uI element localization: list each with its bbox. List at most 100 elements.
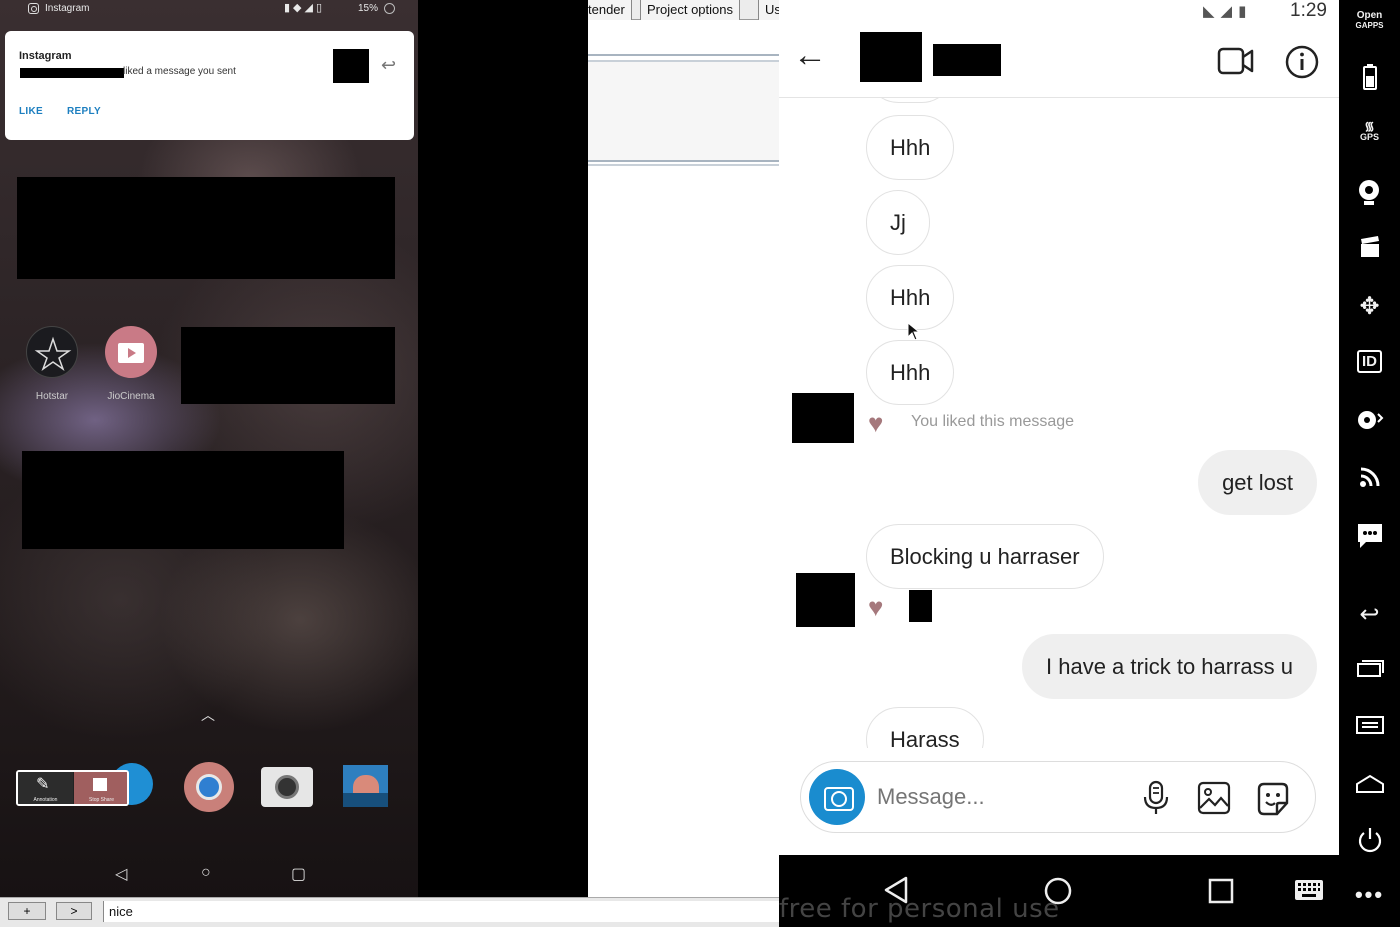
sticker-icon[interactable]: [1255, 781, 1291, 817]
stop-share-label: Stop Share: [88, 797, 115, 803]
notification-title: Instagram: [19, 50, 72, 62]
message-composer: [800, 761, 1316, 833]
notification-text: liked a message you sent: [123, 66, 236, 77]
stop-icon: [93, 778, 107, 791]
app-drawer-chevron-icon[interactable]: ︿: [201, 705, 215, 725]
next-button[interactable]: >: [56, 902, 92, 920]
microphone-icon[interactable]: [1141, 780, 1171, 816]
nav-home-icon[interactable]: ○: [201, 864, 211, 882]
info-icon[interactable]: [1285, 45, 1319, 79]
message-bubble-partial[interactable]: [866, 98, 954, 103]
message-bubble-sent[interactable]: get lost: [1198, 450, 1317, 515]
clapperboard-icon[interactable]: [1339, 235, 1400, 264]
keyboard-icon[interactable]: [1294, 879, 1324, 901]
message-bubble[interactable]: Jj: [866, 190, 930, 255]
reply-action-button[interactable]: REPLY: [67, 106, 101, 117]
redacted-sender-avatar: [792, 393, 854, 443]
move-arrows-icon[interactable]: ✥: [1339, 292, 1400, 321]
host-window: tender Project options Us: [588, 0, 779, 897]
sync-icon: [384, 3, 395, 14]
camera-button[interactable]: [809, 769, 865, 825]
recent-apps-icon[interactable]: [1339, 658, 1400, 683]
redacted-widget-2: [22, 451, 344, 549]
gps-label: GPS: [1359, 132, 1379, 142]
open-gapps-label-2: GAPPS: [1355, 21, 1384, 30]
id-label: ID: [1357, 350, 1382, 373]
disc-icon[interactable]: [1339, 408, 1400, 437]
redacted-reactor: [909, 590, 932, 622]
gallery-app-icon[interactable]: [343, 765, 388, 807]
message-list[interactable]: Hhh Jj Hhh Hhh ♥ You liked this message …: [779, 98, 1339, 748]
back-icon[interactable]: ↩: [1339, 600, 1400, 629]
black-gap: [418, 0, 588, 897]
message-bubble-sent[interactable]: I have a trick to harrass u: [1022, 634, 1317, 699]
message-bubble[interactable]: Blocking u harraser: [866, 524, 1104, 589]
notification-thumbnail: [333, 49, 369, 83]
open-gapps-label-1: Open: [1356, 10, 1383, 21]
message-bubble[interactable]: Hhh: [866, 115, 955, 180]
chrome-app-icon[interactable]: [184, 762, 234, 812]
like-action-button[interactable]: LIKE: [19, 106, 43, 117]
annotation-button[interactable]: ✎ Annotation: [18, 772, 73, 804]
battery-icon[interactable]: [1339, 64, 1400, 95]
app-label-hotstar: Hotstar: [35, 391, 69, 402]
home-icon[interactable]: [1339, 774, 1400, 799]
redacted-username[interactable]: [933, 44, 1001, 76]
right-phone-screen: ◣◢▮ 1:29 ← Hhh Jj Hhh Hhh ♥ You liked th…: [779, 0, 1339, 927]
pencil-icon: ✎: [36, 776, 50, 793]
wifi-icon: ᯾: [1364, 119, 1375, 133]
watermark-text: free for personal use: [779, 894, 1060, 924]
battery-level: 15%: [358, 3, 379, 14]
status-app-name: Instagram: [45, 3, 90, 14]
liked-message-label: You liked this message: [911, 413, 1075, 430]
chat-header: ←: [779, 24, 1339, 98]
gps-button[interactable]: ᯾ GPS: [1339, 119, 1400, 142]
more-options-icon[interactable]: •••: [1339, 882, 1400, 908]
host-command-strip: + > nice: [0, 897, 779, 927]
reply-icon[interactable]: ↩: [381, 55, 396, 76]
message-bubble[interactable]: Hhh: [866, 265, 955, 330]
screen-share-toolbar: ✎ Annotation Stop Share: [16, 770, 129, 806]
redacted-avatar[interactable]: [860, 32, 922, 82]
app-label-jiocinema: JioCinema: [107, 391, 155, 402]
power-icon[interactable]: [1339, 826, 1400, 859]
redacted-app-icons: [181, 327, 395, 404]
webcam-icon[interactable]: [1339, 178, 1400, 213]
back-arrow-icon[interactable]: ←: [793, 36, 827, 75]
video-call-icon[interactable]: [1217, 46, 1255, 76]
rss-icon[interactable]: [1339, 466, 1400, 493]
emulator-side-toolbar: Open GAPPS ᯾ GPS ✥ ID ↩ •••: [1339, 0, 1400, 927]
nav-recents-icon[interactable]: ▢: [291, 864, 306, 884]
status-bar: Instagram ▮◆◢▯ 15%: [0, 0, 418, 18]
status-bar: ◣◢▮ 1:29: [779, 0, 1339, 24]
sms-icon[interactable]: [1339, 522, 1400, 555]
message-bubble[interactable]: Hhh: [866, 340, 955, 405]
redacted-widget: [17, 177, 395, 279]
instagram-icon: [28, 3, 39, 14]
menu-icon[interactable]: [1339, 716, 1400, 739]
hotstar-app-icon[interactable]: [26, 326, 78, 378]
nav-recents-icon[interactable]: [1208, 878, 1234, 904]
redacted-sender-avatar: [796, 573, 855, 627]
message-input[interactable]: [877, 784, 1117, 810]
camera-app-icon[interactable]: [261, 767, 313, 807]
heart-reaction-icon: ♥: [868, 592, 884, 622]
signal-icons: ▮◆◢▯: [284, 2, 326, 14]
notification-card[interactable]: Instagram liked a message you sent ↩ LIK…: [5, 31, 414, 140]
message-bubble[interactable]: Harass: [866, 707, 984, 748]
signal-icons: ◣◢▮: [1203, 3, 1253, 20]
add-button[interactable]: +: [8, 902, 46, 920]
nav-back-icon[interactable]: ◁: [115, 864, 127, 884]
annotation-label: Annotation: [33, 797, 58, 803]
status-time: 1:29: [1290, 0, 1327, 21]
open-gapps-button[interactable]: Open GAPPS: [1339, 11, 1400, 31]
mouse-cursor-icon: [907, 322, 921, 341]
stop-share-button[interactable]: Stop Share: [74, 772, 127, 804]
heart-reaction-icon: ♥: [868, 408, 884, 438]
command-input[interactable]: nice: [103, 901, 779, 922]
redacted-username: [20, 68, 124, 78]
left-phone-screen: Instagram ▮◆◢▯ 15% Instagram liked a mes…: [0, 0, 418, 897]
id-button[interactable]: ID: [1339, 350, 1400, 373]
gallery-icon[interactable]: [1197, 781, 1231, 815]
jiocinema-app-icon[interactable]: [105, 326, 157, 378]
